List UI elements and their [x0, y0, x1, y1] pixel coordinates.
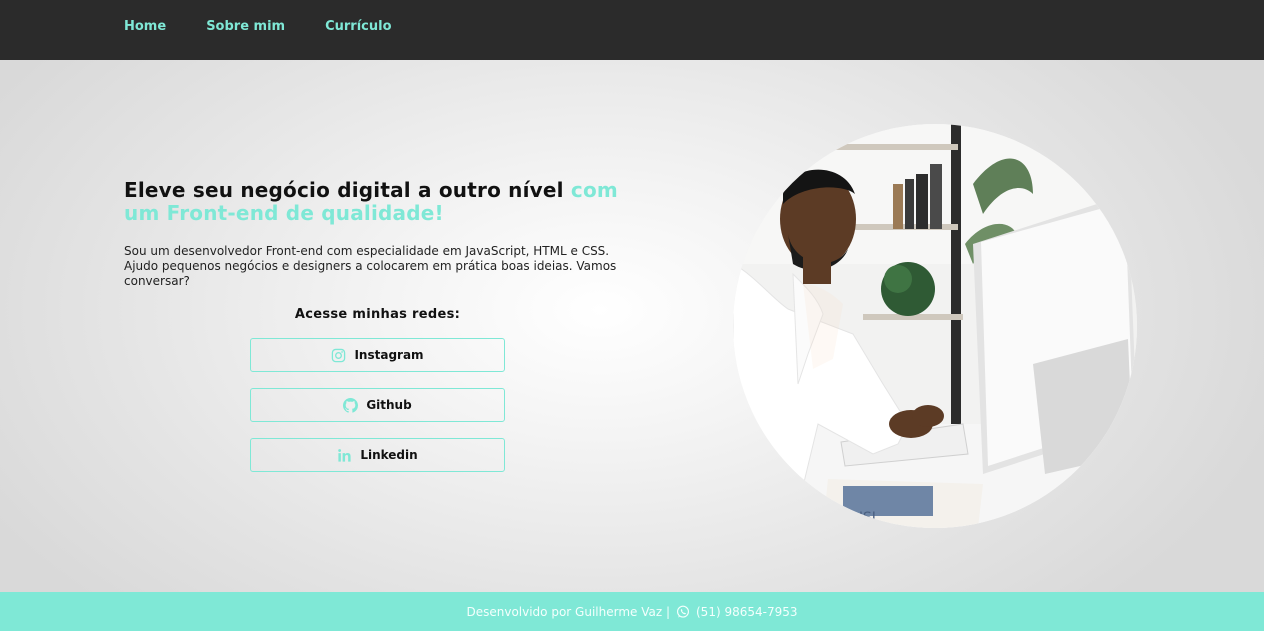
instagram-button[interactable]: Instagram — [250, 338, 505, 372]
headline-main-text: Eleve seu negócio digital a outro nível — [124, 178, 571, 202]
instagram-icon — [331, 348, 346, 363]
nav-link-sobre-mim[interactable]: Sobre mim — [206, 19, 285, 35]
hero-headline: Eleve seu negócio digital a outro nível … — [124, 179, 644, 225]
github-icon — [343, 397, 359, 413]
social-title: Acesse minhas redes: — [294, 307, 461, 322]
main-nav: Home Sobre mim Currículo — [124, 19, 392, 35]
linkedin-button[interactable]: Linkedin — [250, 438, 505, 472]
hero-photo: BUSI — [733, 124, 1137, 528]
linkedin-label: Linkedin — [360, 448, 418, 462]
github-label: Github — [366, 398, 412, 412]
nav-link-curriculo[interactable]: Currículo — [325, 19, 391, 35]
nav-link-home[interactable]: Home — [124, 19, 166, 35]
linkedin-icon — [337, 448, 352, 463]
instagram-label: Instagram — [354, 348, 424, 362]
github-button[interactable]: Github — [250, 388, 505, 422]
top-navbar: Home Sobre mim Currículo — [0, 0, 1264, 60]
whatsapp-icon[interactable] — [676, 605, 690, 619]
footer: Desenvolvido por Guilherme Vaz | (51) 98… — [0, 592, 1264, 631]
hero-description: Sou um desenvolvedor Front-end com espec… — [124, 244, 617, 288]
footer-credit: Desenvolvido por Guilherme Vaz | — [466, 604, 670, 619]
footer-phone[interactable]: (51) 98654-7953 — [696, 605, 798, 619]
